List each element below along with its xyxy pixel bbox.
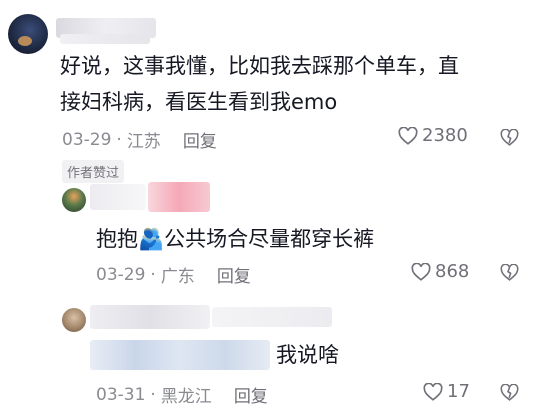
comment-text: 好说，这事我懂，比如我去踩那个单车，直 接妇科病，看医生看到我emo <box>60 48 525 120</box>
comment-text: 抱抱🫂公共场合尽量都穿长裤 <box>96 227 375 251</box>
broken-heart-icon <box>500 264 519 281</box>
like-button[interactable]: 868 <box>411 261 469 282</box>
comment-text: 我说啥 <box>276 343 339 367</box>
broken-heart-icon <box>500 384 519 401</box>
comment-text-line: 好说，这事我懂，比如我去踩那个单车，直 <box>60 54 459 78</box>
broken-heart-icon <box>500 129 519 146</box>
comment-date: 03-31 <box>96 384 146 405</box>
comment-date: 03-29 <box>96 264 146 285</box>
reply-button[interactable]: 回复 <box>217 262 251 287</box>
comment-date: 03-29 <box>62 129 112 150</box>
comment-meta: 03-31 · 黑龙江 回复 <box>96 382 268 408</box>
username-blurred-2 <box>212 307 332 327</box>
username-blurred[interactable] <box>90 184 146 210</box>
author-liked-badge: 作者赞过 <box>62 160 125 183</box>
dislike-button[interactable] <box>500 384 519 401</box>
username-blurred-2 <box>60 34 150 44</box>
avatar[interactable] <box>62 188 86 212</box>
meta-separator: · <box>150 264 156 285</box>
comment-meta: 03-29 · 广东 回复 <box>96 262 251 288</box>
like-count: 17 <box>447 381 470 402</box>
dislike-button[interactable] <box>500 264 519 281</box>
mention-blurred[interactable] <box>90 340 270 370</box>
heart-outline-icon <box>423 382 443 401</box>
avatar[interactable] <box>8 14 48 54</box>
avatar[interactable] <box>62 308 86 332</box>
comment-text-line: 接妇科病，看医生看到我emo <box>60 90 338 114</box>
heart-outline-icon <box>398 126 418 145</box>
like-button[interactable]: 2380 <box>398 125 468 146</box>
like-button[interactable]: 17 <box>423 381 470 402</box>
dislike-button[interactable] <box>500 129 519 146</box>
comment-location: 江苏 <box>126 132 161 152</box>
like-count: 2380 <box>422 125 468 146</box>
meta-separator: · <box>150 384 156 405</box>
meta-separator: · <box>116 129 122 150</box>
reply-button[interactable]: 回复 <box>234 382 268 407</box>
username-blurred[interactable] <box>90 305 210 329</box>
comment-location: 广东 <box>160 267 195 287</box>
username-blurred-2 <box>148 182 210 212</box>
comment-meta: 03-29 · 江苏 回复 <box>62 127 217 153</box>
reply-button[interactable]: 回复 <box>183 127 217 152</box>
like-count: 868 <box>435 261 470 282</box>
comment-location: 黑龙江 <box>160 387 212 407</box>
heart-outline-icon <box>411 262 431 281</box>
